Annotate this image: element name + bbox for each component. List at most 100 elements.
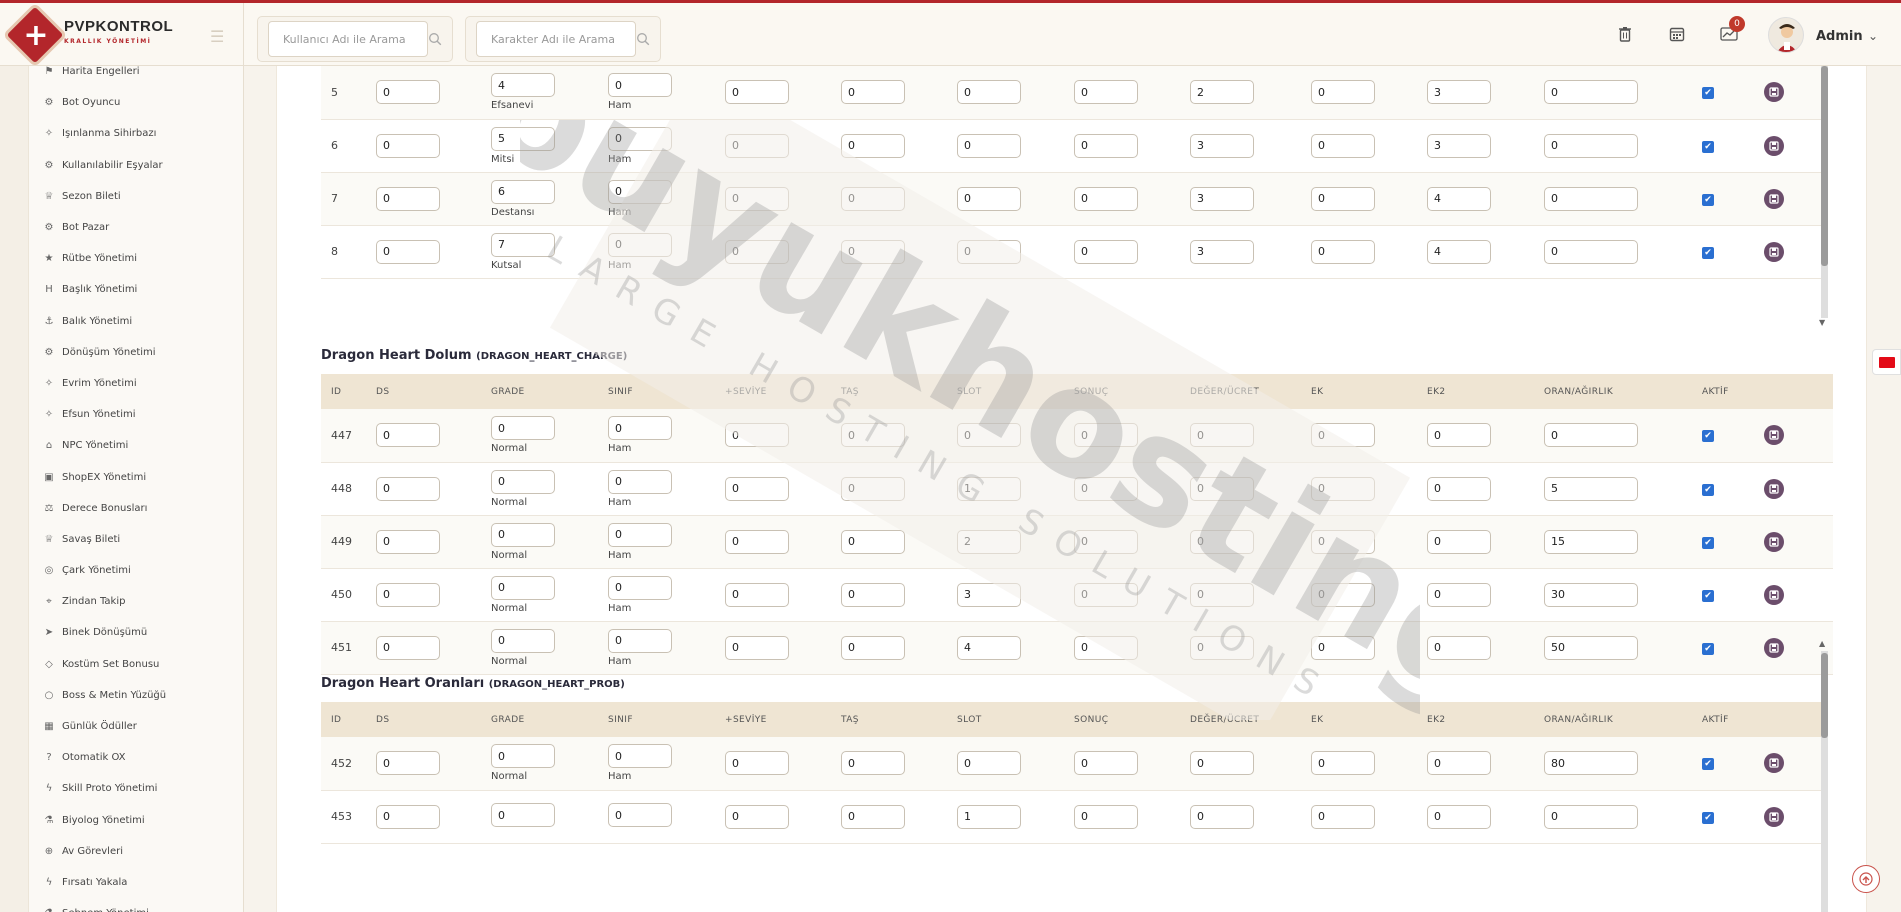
sinif-input[interactable]	[608, 73, 672, 98]
ek-input[interactable]	[1311, 751, 1375, 776]
sidebar-item[interactable]: ✧ Efsun Yönetimi	[29, 399, 243, 430]
ek-input[interactable]	[1311, 582, 1375, 607]
oran-input[interactable]	[1544, 751, 1638, 776]
seviye-input[interactable]	[725, 635, 789, 660]
value-input[interactable]	[1427, 133, 1491, 158]
seviye-input[interactable]	[725, 529, 789, 554]
sidebar-item[interactable]: ✧ Işınlanma Sihirbazı	[29, 118, 243, 149]
grade-input[interactable]	[491, 469, 555, 494]
save-button[interactable]	[1764, 637, 1784, 658]
user-search-input[interactable]	[268, 21, 428, 57]
column-header[interactable]: EK	[1301, 374, 1417, 409]
column-header[interactable]: ID	[321, 702, 366, 737]
ek2-input[interactable]	[1427, 751, 1491, 776]
ek-input[interactable]	[1311, 423, 1375, 448]
ds-input[interactable]	[376, 529, 440, 554]
value-input[interactable]	[725, 80, 789, 105]
sonuc-input[interactable]	[1074, 529, 1138, 554]
scroll-top-icon[interactable]	[1852, 865, 1880, 893]
save-button[interactable]	[1764, 753, 1784, 774]
column-header[interactable]: ORAN/AĞIRLIK	[1534, 702, 1692, 737]
column-header[interactable]: DEĞER/ÜCRET	[1180, 374, 1301, 409]
scroll-up-icon[interactable]: ▲	[1819, 639, 1825, 648]
sidebar-item[interactable]: ⚙ Bot Oyuncu	[29, 87, 243, 118]
save-button[interactable]	[1764, 241, 1784, 262]
sinif-input[interactable]	[608, 469, 672, 494]
column-header[interactable]: SONUÇ	[1064, 374, 1180, 409]
seviye-input[interactable]	[725, 582, 789, 607]
ek2-input[interactable]	[1427, 582, 1491, 607]
oran-input[interactable]	[1544, 80, 1638, 105]
oran-input[interactable]	[1544, 476, 1638, 501]
column-header[interactable]: SINIF	[598, 702, 715, 737]
sidebar-item[interactable]: ★ Rütbe Yönetimi	[29, 243, 243, 274]
sonuc-input[interactable]	[1074, 423, 1138, 448]
sonuc-input[interactable]	[1074, 804, 1138, 829]
value-input[interactable]	[1427, 186, 1491, 211]
oran-input[interactable]	[1544, 423, 1638, 448]
oran-input[interactable]	[1544, 239, 1638, 264]
trash-icon[interactable]	[1614, 23, 1636, 45]
sidebar-item[interactable]: ○ Boss & Metin Yüzüğü	[29, 680, 243, 711]
chevron-down-icon[interactable]: ⌄	[1868, 29, 1878, 43]
column-header[interactable]: GRADE	[481, 374, 598, 409]
active-checkbox[interactable]: ✔	[1702, 140, 1714, 153]
ek2-input[interactable]	[1427, 635, 1491, 660]
ek2-input[interactable]	[1427, 529, 1491, 554]
column-header[interactable]: EK2	[1417, 702, 1534, 737]
sidebar-item[interactable]: ⚗ Şebnem Yönetimi	[29, 898, 243, 912]
value-input[interactable]	[1427, 239, 1491, 264]
sidebar-item[interactable]: ⚙ Kullanılabilir Eşyalar	[29, 150, 243, 181]
value-input[interactable]	[1190, 80, 1254, 105]
ds-input[interactable]	[376, 476, 440, 501]
value-input[interactable]	[1190, 133, 1254, 158]
grade-input[interactable]	[491, 744, 555, 769]
column-header[interactable]: TAŞ	[831, 374, 947, 409]
ek-input[interactable]	[1311, 529, 1375, 554]
column-header[interactable]: SLOT	[947, 374, 1064, 409]
sidebar-item[interactable]: ⚗ Biyolog Yönetimi	[29, 805, 243, 836]
sidebar-item[interactable]: ➤ Binek Dönüşümü	[29, 617, 243, 648]
grade-input[interactable]	[491, 628, 555, 653]
sidebar-item[interactable]: ⊕ Av Görevleri	[29, 836, 243, 867]
sinif-input[interactable]	[608, 575, 672, 600]
sidebar-item[interactable]: ⚙ Dönüşüm Yönetimi	[29, 337, 243, 368]
tas-input[interactable]	[841, 582, 905, 607]
deger-input[interactable]	[1190, 529, 1254, 554]
seviye-input[interactable]	[725, 476, 789, 501]
deger-input[interactable]	[1190, 423, 1254, 448]
column-header[interactable]: SINIF	[598, 374, 715, 409]
slot-input[interactable]	[957, 582, 1021, 607]
value-input[interactable]	[1311, 186, 1375, 211]
oran-input[interactable]	[1544, 133, 1638, 158]
value-input[interactable]	[725, 186, 789, 211]
language-flag[interactable]	[1872, 349, 1901, 375]
sonuc-input[interactable]	[1074, 751, 1138, 776]
column-header[interactable]: SLOT	[947, 702, 1064, 737]
active-checkbox[interactable]: ✔	[1702, 758, 1714, 771]
column-header[interactable]: ID	[321, 374, 366, 409]
calendar-icon[interactable]	[1666, 23, 1688, 45]
oran-input[interactable]	[1544, 529, 1638, 554]
sidebar-item[interactable]: ⌂ NPC Yönetimi	[29, 430, 243, 461]
ds-input[interactable]	[376, 423, 440, 448]
sidebar-item[interactable]: ✧ Evrim Yönetimi	[29, 368, 243, 399]
seviye-input[interactable]	[725, 751, 789, 776]
tas-input[interactable]	[841, 423, 905, 448]
column-header[interactable]: ORAN/AĞIRLIK	[1534, 374, 1692, 409]
scroll-down-icon[interactable]: ▼	[1819, 318, 1825, 327]
prob-table-scrollbar[interactable]	[1821, 651, 1828, 912]
grade-input[interactable]	[491, 416, 555, 441]
sidebar-item[interactable]: ϟ Fırsatı Yakala	[29, 867, 243, 898]
sidebar-item[interactable]: ◇ Kostüm Set Bonusu	[29, 649, 243, 680]
active-checkbox[interactable]: ✔	[1702, 483, 1714, 496]
value-input[interactable]	[957, 239, 1021, 264]
sinif-input[interactable]	[608, 522, 672, 547]
tas-input[interactable]	[841, 476, 905, 501]
admin-name[interactable]: Admin	[1816, 29, 1863, 44]
grade-input[interactable]	[491, 803, 555, 827]
value-input[interactable]	[957, 186, 1021, 211]
save-button[interactable]	[1764, 478, 1784, 499]
active-checkbox[interactable]: ✔	[1702, 589, 1714, 602]
sidebar-item[interactable]: ▦ Günlük Ödüller	[29, 711, 243, 742]
